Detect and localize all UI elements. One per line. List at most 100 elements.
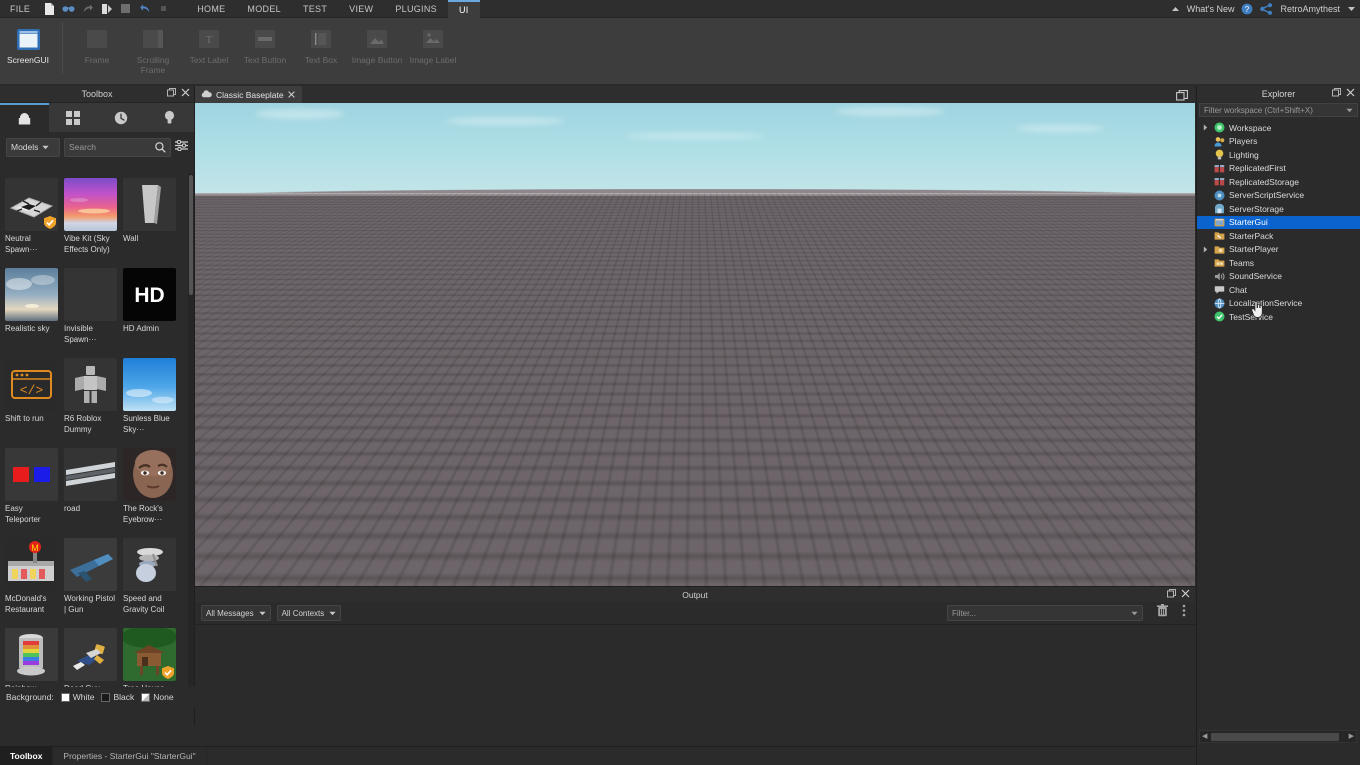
toolbox-tab-marketplace[interactable]	[0, 103, 49, 132]
ribbon-tab-view[interactable]: VIEW	[338, 0, 384, 18]
float-window-icon[interactable]	[1332, 88, 1341, 99]
overflow-icon[interactable]	[155, 1, 172, 16]
toolbox-item[interactable]: Sunless Blue Sky···	[121, 356, 180, 446]
background-option-none[interactable]: None	[141, 692, 174, 702]
ribbon-tab-model[interactable]: MODEL	[236, 0, 292, 18]
whats-new-link[interactable]: What's New	[1187, 4, 1235, 14]
toolbox-item-thumbnail	[5, 448, 58, 501]
explorer-item-workspace[interactable]: Workspace	[1197, 121, 1360, 135]
chevron-up-icon[interactable]	[1171, 6, 1180, 12]
ribbon-tab-home[interactable]: HOME	[186, 0, 236, 18]
ribbon-button-scrolling-frame[interactable]: Scrolling Frame	[125, 22, 181, 82]
file-menu-button[interactable]: FILE	[0, 4, 39, 14]
close-icon[interactable]	[1181, 589, 1190, 600]
explorer-item-soundservice[interactable]: SoundService	[1197, 270, 1360, 284]
ribbon-button-image-button[interactable]: Image Button	[349, 22, 405, 82]
trash-icon[interactable]	[1157, 604, 1168, 622]
toolbox-item[interactable]: R6 Roblox Dummy	[62, 356, 121, 446]
toolbox-item[interactable]: Working Pistol | Gun	[62, 536, 121, 626]
explorer-item-replicatedstorage[interactable]: ReplicatedStorage	[1197, 175, 1360, 189]
explorer-item-testservice[interactable]: TestService	[1197, 310, 1360, 324]
close-icon[interactable]	[181, 88, 190, 99]
new-file-icon[interactable]	[41, 1, 58, 16]
redo-arrow-icon[interactable]	[79, 1, 96, 16]
output-log-area[interactable]	[195, 625, 1195, 725]
explorer-item-starterplayer[interactable]: StarterPlayer	[1197, 243, 1360, 257]
toolbox-item[interactable]: HD HD Admin	[121, 266, 180, 356]
ribbon-tab-test[interactable]: TEST	[292, 0, 338, 18]
toolbox-item[interactable]: Wall	[121, 176, 180, 266]
explorer-item-localizationservice[interactable]: LocalizationService	[1197, 297, 1360, 311]
ribbon-tab-ui[interactable]: UI	[447, 0, 480, 18]
ribbon-button-image-label[interactable]: Image Label	[405, 22, 461, 82]
explorer-item-startergui[interactable]: StarterGui	[1197, 215, 1360, 229]
ribbon-button-text-box[interactable]: Text Box	[293, 22, 349, 82]
help-circle-icon[interactable]: ?	[1241, 3, 1253, 15]
toolbox-item[interactable]: The Rock's Eyebrow···	[121, 446, 180, 536]
ribbon-button-screengui[interactable]: ScreenGUI	[0, 22, 56, 82]
chevron-down-icon[interactable]	[1347, 6, 1356, 12]
toolbox-scrollbar[interactable]	[188, 173, 194, 693]
toolbox-tab-creations[interactable]	[146, 103, 195, 132]
ribbon-button-text-button[interactable]: Text Button	[237, 22, 293, 82]
toolbox-category-select[interactable]: Models	[6, 137, 60, 157]
ribbon-button-text-label[interactable]: T Text Label	[181, 22, 237, 82]
explorer-scrollbar-thumb[interactable]	[1211, 733, 1339, 741]
find-icon[interactable]	[60, 1, 77, 16]
close-icon[interactable]	[287, 90, 295, 100]
username-label[interactable]: RetroAmythest	[1280, 4, 1340, 14]
explorer-item-starterpack[interactable]: StarterPack	[1197, 229, 1360, 243]
output-context-filter-select[interactable]: All Contexts	[276, 605, 342, 621]
toolbox-item[interactable]: Speed and Gravity Coil	[121, 536, 180, 626]
scroll-right-arrow-icon[interactable]: ▶	[1349, 733, 1354, 740]
toolbox-item[interactable]: Vibe Kit (Sky Effects Only)	[62, 176, 121, 266]
float-window-icon[interactable]	[167, 88, 176, 99]
scroll-left-arrow-icon[interactable]: ◀	[1202, 733, 1207, 740]
output-filter-input[interactable]: Filter...	[947, 605, 1143, 621]
background-option-white[interactable]: White	[60, 692, 94, 702]
toolbox-item[interactable]: Easy Teleporter	[3, 446, 62, 536]
dock-tab-toolbox[interactable]: Toolbox	[0, 747, 54, 765]
explorer-item-replicatedfirst[interactable]: ReplicatedFirst	[1197, 162, 1360, 176]
svg-text:T: T	[206, 34, 213, 46]
toolbox-item[interactable]: Dead Guy	[62, 626, 121, 693]
background-option-black[interactable]: Black	[101, 692, 134, 702]
dock-tab-properties[interactable]: Properties - StarterGui "StarterGui"	[53, 747, 207, 765]
toolbox-item[interactable]: Neutral Spawn···	[3, 176, 62, 266]
text-label-icon: T	[194, 26, 224, 52]
float-window-icon[interactable]	[1167, 589, 1176, 600]
output-message-filter-select[interactable]: All Messages	[201, 605, 271, 621]
explorer-item-lighting[interactable]: Lighting	[1197, 148, 1360, 162]
viewport-3d[interactable]	[195, 103, 1195, 586]
explorer-filter-input[interactable]: Filter workspace (Ctrl+Shift+X)	[1199, 103, 1358, 117]
toolbox-item[interactable]: Realistic sky	[3, 266, 62, 356]
toolbox-item[interactable]: Tree House	[121, 626, 180, 693]
share-icon[interactable]	[1260, 3, 1273, 15]
stop-icon[interactable]	[117, 1, 134, 16]
toolbox-item[interactable]: Rainbow Magic···	[3, 626, 62, 693]
toolbox-item[interactable]: </> Shift to run	[3, 356, 62, 446]
ribbon-tab-plugins[interactable]: PLUGINS	[384, 0, 448, 18]
ribbon-button-frame[interactable]: Frame	[69, 22, 125, 82]
viewport-tab-classic-baseplate[interactable]: Classic Baseplate	[195, 86, 302, 103]
toolbox-advanced-filter-icon[interactable]	[175, 138, 188, 156]
run-icon[interactable]	[98, 1, 115, 16]
explorer-item-serverstorage[interactable]: ServerStorage	[1197, 202, 1360, 216]
close-icon[interactable]	[1346, 88, 1355, 99]
toolbox-tab-inventory[interactable]	[49, 103, 98, 132]
explorer-item-serverscriptservice[interactable]: ServerScriptService	[1197, 189, 1360, 203]
toolbox-item[interactable]: M McDonald's Restaurant	[3, 536, 62, 626]
toolbox-search-input[interactable]: Search	[64, 137, 171, 157]
expand-arrow-icon[interactable]	[1201, 124, 1210, 131]
kebab-menu-icon[interactable]	[1182, 604, 1186, 622]
explorer-horizontal-scrollbar[interactable]: ◀ ▶	[1199, 730, 1357, 743]
expand-arrow-icon[interactable]	[1201, 246, 1210, 253]
undo-icon[interactable]	[136, 1, 153, 16]
toolbox-item[interactable]: road	[62, 446, 121, 536]
toolbox-scrollbar-thumb[interactable]	[189, 175, 193, 295]
explorer-item-chat[interactable]: Chat	[1197, 283, 1360, 297]
explorer-item-players[interactable]: Players	[1197, 135, 1360, 149]
toolbox-tab-recent[interactable]	[97, 103, 146, 132]
toolbox-item[interactable]: Invisible Spawn···	[62, 266, 121, 356]
explorer-item-teams[interactable]: Teams	[1197, 256, 1360, 270]
